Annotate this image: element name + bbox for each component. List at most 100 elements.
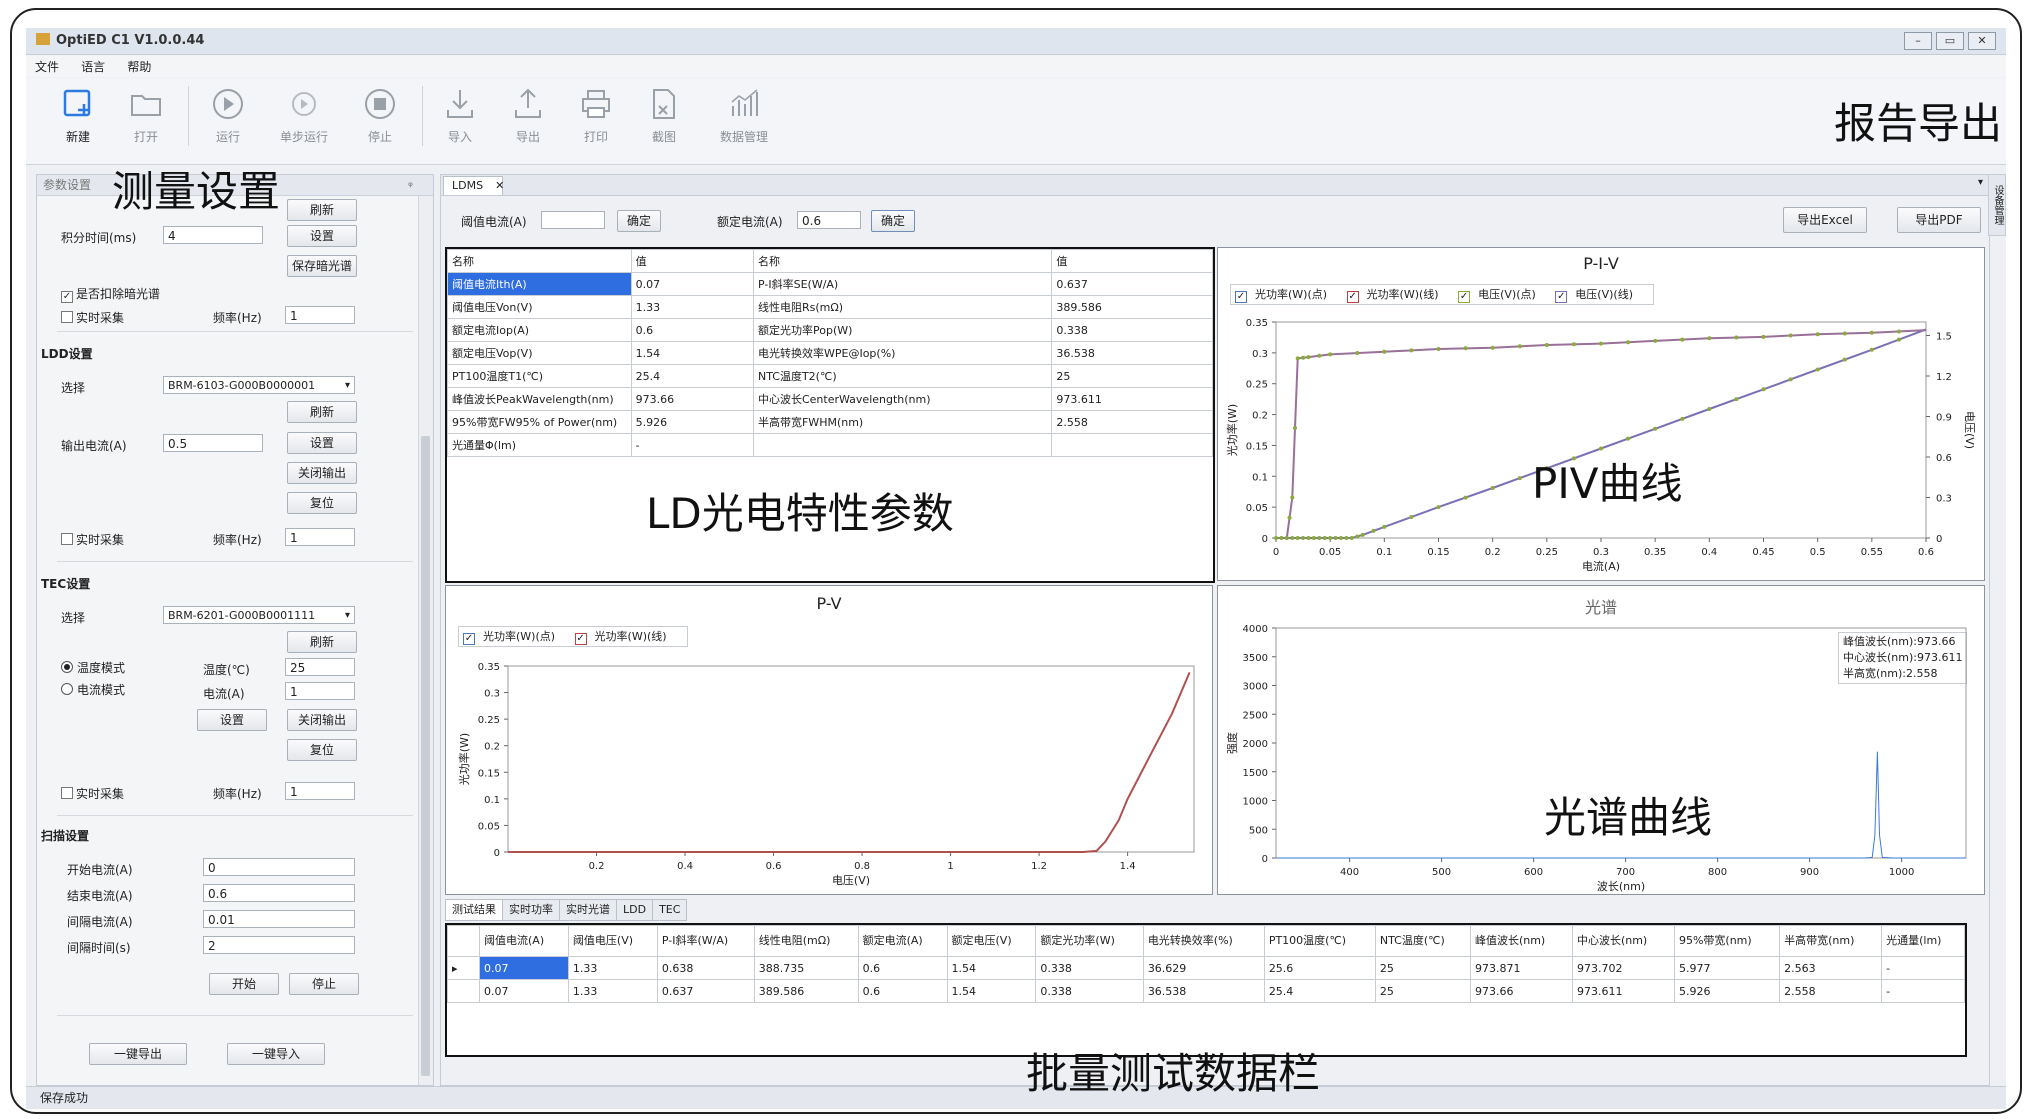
params-cell[interactable]: 0.338	[1051, 318, 1213, 342]
batch-cell[interactable]: 0.338	[1035, 979, 1144, 1003]
screenshot-button[interactable]: 截图	[632, 86, 696, 145]
tab-test-results[interactable]: 测试结果	[445, 899, 503, 921]
batch-cell[interactable]: 36.629	[1142, 956, 1265, 980]
batch-header-cell[interactable]: 额定电压(V)	[946, 925, 1037, 957]
params-cell[interactable]: 973.66	[630, 387, 754, 411]
batch-cell[interactable]: 1.33	[567, 956, 658, 980]
threshold-ok-button[interactable]: 确定	[617, 210, 661, 232]
params-row[interactable]: 光通量Φ(lm) -	[447, 433, 1213, 457]
params-cell[interactable]: 1.54	[630, 341, 754, 365]
batch-cell[interactable]: 973.66	[1469, 979, 1573, 1003]
batch-cell[interactable]: 25	[1374, 956, 1471, 980]
tab-close-icon[interactable]: ✕	[495, 179, 504, 192]
left-scrollbar[interactable]	[418, 196, 433, 1085]
batch-row[interactable]: ▸ 0.07 1.33 0.638 388.735 0.6 1.54 0.338 36.629 2…	[447, 956, 1965, 980]
stop-button[interactable]: 停止	[348, 86, 412, 145]
batch-cell[interactable]: 973.611	[1571, 979, 1675, 1003]
params-cell[interactable]: 25.4	[630, 364, 754, 388]
step-run-button[interactable]: 单步运行	[272, 86, 336, 145]
temp-mode-radio[interactable]: 温度模式	[61, 659, 125, 676]
ldd-device-select[interactable]: BRM-6103-G000B0000001	[163, 376, 355, 395]
row-indicator-icon[interactable]	[447, 979, 480, 1003]
scrollbar-thumb[interactable]	[421, 436, 430, 1076]
open-button[interactable]: 打开	[114, 86, 178, 145]
tab-tec[interactable]: TEC	[652, 899, 688, 921]
new-button[interactable]: 新建	[46, 86, 110, 145]
batch-cell[interactable]: -	[1881, 956, 1965, 980]
scan-start-button[interactable]: 开始	[209, 973, 279, 995]
batch-cell[interactable]: 25	[1374, 979, 1471, 1003]
row-indicator-icon[interactable]: ▸	[447, 956, 480, 980]
end-current-input[interactable]: 0.6	[203, 884, 355, 902]
ldd-reset-button[interactable]: 复位	[287, 492, 357, 514]
batch-header-cell[interactable]: 额定电流(A)	[857, 925, 948, 957]
params-cell[interactable]: 1.33	[630, 295, 754, 319]
batch-header-cell[interactable]: PT100温度(℃)	[1263, 925, 1376, 957]
params-cell[interactable]: -	[630, 433, 754, 457]
interval-time-input[interactable]: 2	[203, 936, 355, 954]
tec-realtime-checkbox[interactable]: 实时采集	[61, 785, 124, 802]
params-cell[interactable]: PT100温度T1(℃)	[447, 364, 632, 388]
batch-cell[interactable]: 0.338	[1035, 956, 1144, 980]
ldd-realtime-checkbox[interactable]: 实时采集	[61, 531, 124, 548]
params-cell[interactable]: 0.6	[630, 318, 754, 342]
batch-cell[interactable]: 25.6	[1263, 956, 1376, 980]
params-cell[interactable]: 中心波长CenterWavelength(nm)	[752, 387, 1053, 411]
interval-current-input[interactable]: 0.01	[203, 910, 355, 928]
tec-refresh-button[interactable]: 刷新	[287, 631, 357, 653]
maximize-button[interactable]: ▭	[1936, 32, 1964, 50]
params-cell[interactable]: 389.586	[1051, 295, 1213, 319]
device-management-side-tab[interactable]: 设备管理	[1988, 174, 2006, 236]
params-cell[interactable]: 2.558	[1051, 410, 1213, 434]
tec-reset-button[interactable]: 复位	[287, 739, 357, 761]
set-integration-button[interactable]: 设置	[287, 225, 357, 247]
batch-cell[interactable]: 0.6	[857, 956, 948, 980]
params-cell[interactable]: 阈值电压Von(V)	[447, 295, 632, 319]
params-row[interactable]: 额定电流Iop(A) 0.6 额定光功率Pop(W) 0.338	[447, 318, 1213, 342]
params-cell[interactable]: 95%带宽FW95% of Power(nm)	[447, 410, 632, 434]
menu-help[interactable]: 帮助	[118, 55, 160, 78]
temp-input[interactable]: 25	[285, 658, 355, 676]
params-cell[interactable]: 5.926	[630, 410, 754, 434]
tec-freq-input[interactable]: 1	[285, 782, 355, 800]
rated-ok-button[interactable]: 确定	[871, 210, 915, 232]
batch-header-cell[interactable]: 阈值电流(A)	[479, 925, 569, 957]
params-cell[interactable]: 973.611	[1051, 387, 1213, 411]
params-row[interactable]: 阈值电压Von(V) 1.33 线性电阻Rs(mΩ) 389.586	[447, 295, 1213, 319]
batch-header-cell[interactable]: NTC温度(℃)	[1374, 925, 1471, 957]
batch-cell[interactable]: 1.33	[567, 979, 658, 1003]
tec-device-select[interactable]: BRM-6201-G000B0001111	[163, 606, 355, 625]
batch-cell[interactable]: 0.07	[479, 979, 569, 1003]
tec-close-output-button[interactable]: 关闭输出	[287, 709, 357, 731]
scan-stop-button[interactable]: 停止	[289, 973, 359, 995]
params-cell[interactable]: 额定电压Vop(V)	[447, 341, 632, 365]
batch-header-cell[interactable]: 光通量(lm)	[1881, 925, 1965, 957]
batch-cell[interactable]: 5.926	[1673, 979, 1781, 1003]
batch-cell[interactable]: 0.6	[857, 979, 948, 1003]
export-pdf-button[interactable]: 导出PDF	[1897, 207, 1981, 233]
params-row[interactable]: 阈值电流Ith(A) 0.07 P-I斜率SE(W/A) 0.637	[447, 272, 1213, 296]
params-cell[interactable]: P-I斜率SE(W/A)	[752, 272, 1053, 296]
batch-cell[interactable]: 973.871	[1469, 956, 1573, 980]
freq-input[interactable]: 1	[285, 306, 355, 324]
batch-cell[interactable]: 36.538	[1142, 979, 1265, 1003]
close-window-button[interactable]: ✕	[1968, 32, 1996, 50]
run-button[interactable]: 运行	[196, 86, 260, 145]
export-button[interactable]: 导出	[496, 86, 560, 145]
minimize-button[interactable]: –	[1904, 32, 1932, 50]
params-cell[interactable]: 额定光功率Pop(W)	[752, 318, 1053, 342]
params-cell[interactable]: 光通量Φ(lm)	[447, 433, 632, 457]
current-mode-radio[interactable]: 电流模式	[61, 681, 125, 698]
pin-icon[interactable]: ᵠ	[408, 176, 413, 196]
params-cell[interactable]: NTC温度T2(℃)	[752, 364, 1053, 388]
ldd-freq-input[interactable]: 1	[285, 528, 355, 546]
batch-cell[interactable]: 0.638	[656, 956, 755, 980]
batch-cell[interactable]: 1.54	[946, 956, 1037, 980]
params-cell[interactable]: 电光转换效率WPE@Iop(%)	[752, 341, 1053, 365]
batch-cell[interactable]: 25.4	[1263, 979, 1376, 1003]
ldd-refresh-button[interactable]: 刷新	[287, 401, 357, 423]
batch-cell[interactable]: 388.735	[753, 956, 859, 980]
params-cell[interactable]: 半高带宽FWHM(nm)	[752, 410, 1053, 434]
params-cell[interactable]: 0.07	[630, 272, 754, 296]
batch-cell[interactable]: 1.54	[946, 979, 1037, 1003]
